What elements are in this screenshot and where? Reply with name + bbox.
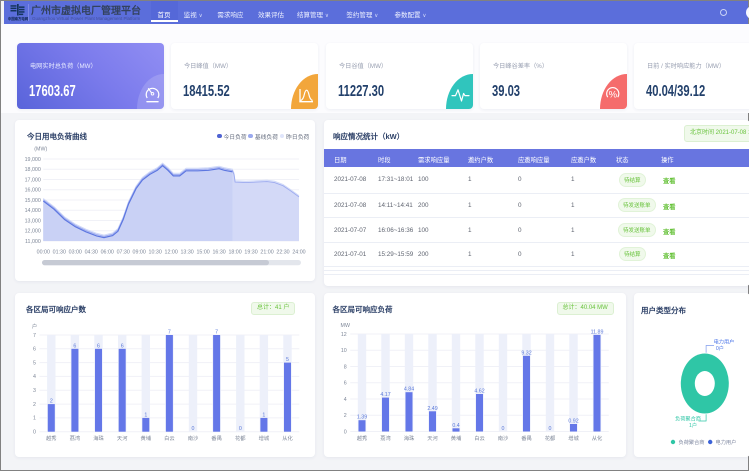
svg-text:MW: MW: [340, 323, 349, 329]
svg-text:荔湾: 荔湾: [70, 434, 81, 442]
svg-text:4.17: 4.17: [380, 392, 390, 398]
svg-text:10:30: 10:30: [149, 250, 162, 256]
svg-text:11.89: 11.89: [590, 329, 603, 335]
svg-text:海珠: 海珠: [93, 434, 104, 442]
svg-text:00:00: 00:00: [37, 250, 50, 256]
svg-text:16,000: 16,000: [25, 188, 41, 194]
svg-text:6: 6: [97, 343, 100, 349]
svg-text:南沙: 南沙: [497, 434, 508, 442]
svg-text:07:30: 07:30: [117, 250, 130, 256]
svg-text:番禺: 番禺: [211, 435, 222, 442]
svg-text:户: 户: [32, 322, 37, 330]
svg-text:1: 1: [262, 412, 265, 418]
svg-text:10: 10: [340, 348, 346, 354]
svg-text:0户: 0户: [716, 344, 724, 352]
svg-text:13,000: 13,000: [25, 218, 41, 224]
svg-text:18,000: 18,000: [25, 167, 41, 173]
svg-text:1.39: 1.39: [356, 415, 366, 421]
svg-text:2: 2: [50, 399, 53, 405]
svg-text:荔湾: 荔湾: [380, 434, 391, 442]
svg-text:0: 0: [501, 426, 504, 432]
svg-text:13:30: 13:30: [180, 250, 193, 256]
svg-text:01:30: 01:30: [53, 250, 66, 256]
svg-text:1: 1: [33, 416, 36, 422]
svg-text:负荷聚合商: 负荷聚合商: [679, 438, 705, 446]
svg-text:2: 2: [33, 402, 36, 408]
svg-text:2: 2: [343, 413, 346, 419]
svg-text:4.62: 4.62: [474, 389, 484, 395]
svg-text:6: 6: [343, 381, 346, 387]
svg-text:(MW): (MW): [34, 147, 47, 153]
svg-text:19,000: 19,000: [25, 157, 41, 163]
svg-text:增城: 增城: [259, 434, 270, 442]
svg-text:4: 4: [343, 397, 346, 403]
svg-text:白云: 白云: [474, 434, 485, 442]
svg-text:19:30: 19:30: [244, 250, 257, 256]
svg-text:白云: 白云: [164, 434, 175, 442]
svg-text:5: 5: [33, 360, 36, 366]
svg-text:海珠: 海珠: [403, 434, 414, 442]
svg-text:黄埔: 黄埔: [140, 434, 151, 442]
svg-text:从化: 从化: [282, 434, 293, 442]
svg-text:电力用户: 电力用户: [714, 338, 735, 346]
svg-text:12: 12: [340, 332, 346, 338]
svg-text:7: 7: [168, 330, 171, 336]
svg-text:南沙: 南沙: [188, 434, 199, 442]
svg-text:21:00: 21:00: [260, 250, 273, 256]
svg-text:2.49: 2.49: [427, 406, 437, 412]
svg-text:6: 6: [121, 343, 124, 349]
svg-text:5: 5: [286, 357, 289, 363]
svg-text:24:00: 24:00: [292, 250, 305, 256]
svg-text:0: 0: [239, 426, 242, 432]
svg-text:14,000: 14,000: [25, 208, 41, 214]
svg-text:03:00: 03:00: [69, 250, 82, 256]
svg-text:4: 4: [33, 374, 36, 380]
svg-text:花都: 花都: [235, 434, 246, 442]
svg-text:0: 0: [343, 429, 346, 435]
svg-text:22:30: 22:30: [276, 250, 289, 256]
svg-text:17,000: 17,000: [25, 177, 41, 183]
svg-text:番禺: 番禺: [521, 435, 532, 442]
svg-text:中国南方电网: 中国南方电网: [8, 16, 29, 21]
svg-text:电力用户: 电力用户: [716, 438, 737, 446]
svg-text:06:00: 06:00: [101, 250, 114, 256]
svg-text:7: 7: [33, 333, 36, 339]
svg-text:越秀: 越秀: [46, 434, 57, 442]
svg-text:%: %: [609, 89, 618, 100]
svg-text:9.32: 9.32: [521, 350, 531, 356]
svg-text:8: 8: [343, 364, 346, 370]
svg-text:0: 0: [548, 426, 551, 432]
svg-text:0: 0: [33, 430, 36, 436]
svg-text:12:00: 12:00: [165, 250, 178, 256]
svg-text:3: 3: [33, 388, 36, 394]
svg-text:18:00: 18:00: [228, 250, 241, 256]
svg-text:花都: 花都: [544, 434, 555, 442]
svg-text:0.92: 0.92: [568, 419, 578, 425]
svg-text:负荷聚合商: 负荷聚合商: [675, 415, 701, 423]
svg-text:04:30: 04:30: [85, 250, 98, 256]
svg-text:越秀: 越秀: [356, 434, 367, 442]
svg-text:天河: 天河: [427, 434, 438, 442]
svg-text:0: 0: [192, 426, 195, 432]
svg-text:16:30: 16:30: [212, 250, 225, 256]
svg-text:4.84: 4.84: [403, 387, 413, 393]
svg-text:15,000: 15,000: [25, 198, 41, 204]
svg-text:1户: 1户: [689, 421, 697, 429]
svg-text:12,000: 12,000: [25, 229, 41, 235]
svg-text:黄埔: 黄埔: [450, 434, 461, 442]
svg-text:从化: 从化: [591, 434, 602, 442]
svg-text:6: 6: [33, 347, 36, 353]
svg-text:09:00: 09:00: [133, 250, 146, 256]
svg-text:增城: 增城: [568, 434, 579, 442]
svg-text:0.4: 0.4: [452, 423, 459, 429]
svg-text:天河: 天河: [117, 434, 128, 442]
svg-text:11,000: 11,000: [25, 239, 41, 245]
svg-text:15:00: 15:00: [196, 250, 209, 256]
svg-text:6: 6: [73, 343, 76, 349]
svg-text:7: 7: [215, 330, 218, 336]
svg-text:1: 1: [144, 412, 147, 418]
